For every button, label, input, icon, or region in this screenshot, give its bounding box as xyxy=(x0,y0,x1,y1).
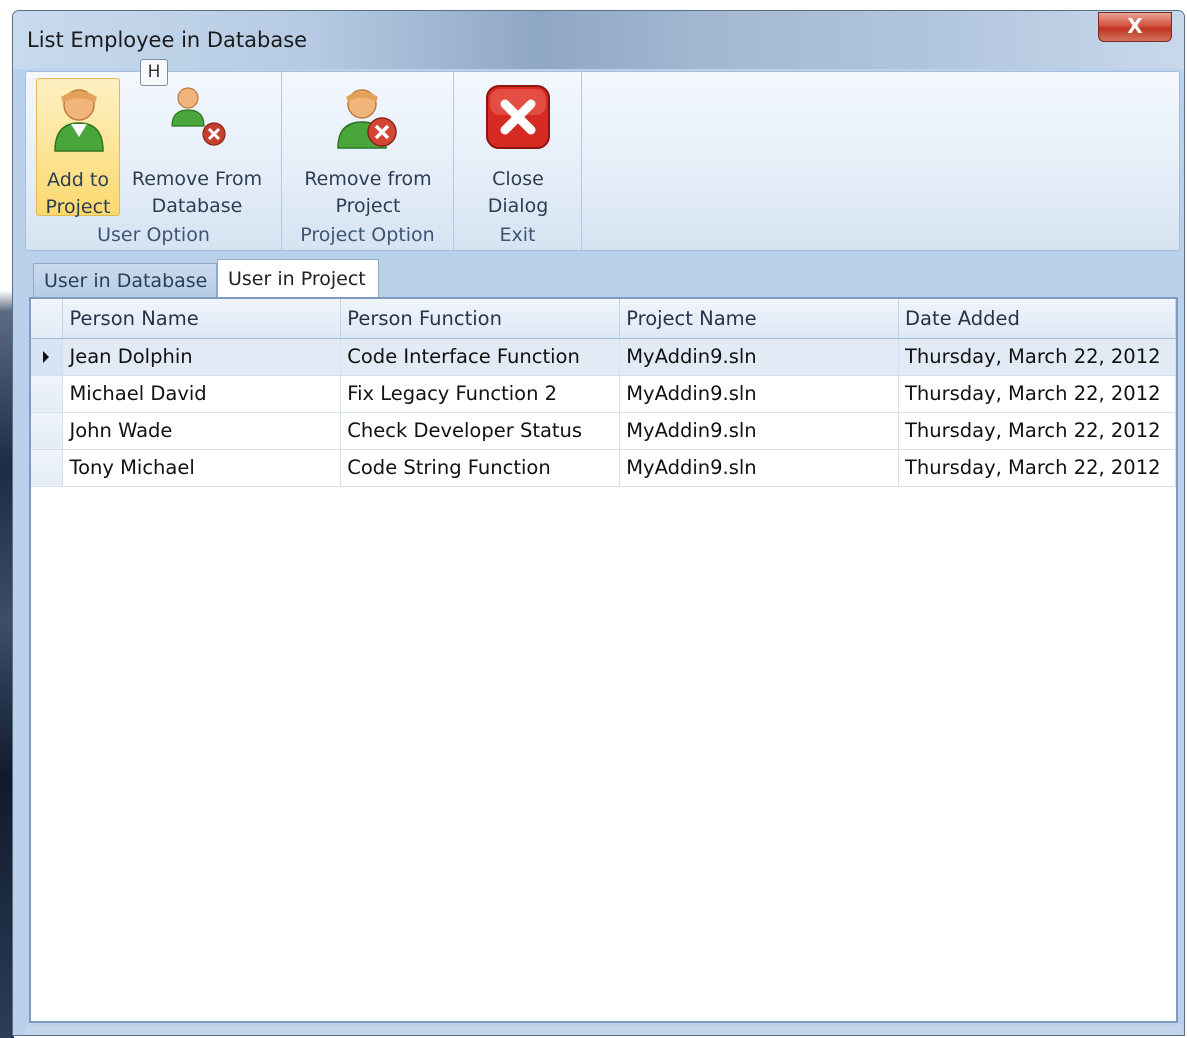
cell-date-added[interactable]: Thursday, March 22, 2012 xyxy=(898,412,1177,450)
add-to-project-label-1: Add to xyxy=(47,169,109,191)
row-selector[interactable] xyxy=(31,375,64,413)
current-row-icon xyxy=(43,351,49,363)
row-header-corner xyxy=(31,299,64,339)
cell-person-name[interactable]: Jean Dolphin xyxy=(62,338,342,376)
cell-project-name[interactable]: MyAddin9.sln xyxy=(619,375,899,413)
close-icon: X xyxy=(1127,14,1143,38)
row-selector[interactable] xyxy=(31,338,64,376)
remove-from-database-button[interactable]: Remove From Database xyxy=(124,78,270,217)
ribbon-group-exit: Close Dialog Exit xyxy=(454,72,582,250)
title-bar[interactable]: List Employee in Database X xyxy=(13,11,1184,69)
dialog-window: List Employee in Database X H Add to Proj… xyxy=(12,10,1185,1036)
close-dialog-label-2: Dialog xyxy=(487,195,549,217)
window-bottom-frame xyxy=(25,1025,1182,1035)
remove-from-project-button[interactable]: Remove from Project xyxy=(292,78,444,217)
cell-date-added[interactable]: Thursday, March 22, 2012 xyxy=(898,375,1177,413)
group-label-exit: Exit xyxy=(499,224,536,246)
add-to-project-button[interactable]: Add to Project xyxy=(36,78,120,218)
cell-person-function[interactable]: Check Developer Status xyxy=(340,412,621,450)
window-close-button[interactable]: X xyxy=(1098,12,1172,42)
close-dialog-label-1: Close xyxy=(492,168,544,190)
grid-header-row: Person Name Person Function Project Name… xyxy=(31,299,1177,339)
keytip-badge: H xyxy=(140,59,168,86)
ribbon-group-user-option: Add to Project Remove From Database User O… xyxy=(26,72,282,250)
remove-from-project-label-2: Project xyxy=(335,195,401,217)
row-selector[interactable] xyxy=(31,449,64,487)
column-header-person-name[interactable]: Person Name xyxy=(62,299,342,339)
cell-person-name[interactable]: Tony Michael xyxy=(62,449,342,487)
cell-person-function[interactable]: Code String Function xyxy=(340,449,621,487)
tab-user-in-project[interactable]: User in Project xyxy=(217,259,379,301)
cell-person-name[interactable]: John Wade xyxy=(62,412,342,450)
table-row[interactable]: Tony Michael Code String Function MyAddi… xyxy=(31,449,1177,487)
add-to-project-label-2: Project xyxy=(45,196,111,218)
column-header-project-name[interactable]: Project Name xyxy=(619,299,899,339)
cell-date-added[interactable]: Thursday, March 22, 2012 xyxy=(898,449,1177,487)
cell-project-name[interactable]: MyAddin9.sln xyxy=(619,412,899,450)
user-remove-large-icon xyxy=(337,89,397,149)
group-label-project-option: Project Option xyxy=(300,224,435,246)
cell-person-function[interactable]: Code Interface Function xyxy=(340,338,621,376)
group-label-user-option: User Option xyxy=(97,224,210,246)
user-remove-icon xyxy=(171,87,226,146)
column-header-date-added[interactable]: Date Added xyxy=(898,299,1177,339)
remove-from-database-label-1: Remove From xyxy=(131,168,263,190)
row-selector[interactable] xyxy=(31,412,64,450)
cell-person-function[interactable]: Fix Legacy Function 2 xyxy=(340,375,621,413)
ribbon-group-project-option: Remove from Project Project Option xyxy=(282,72,454,250)
close-dialog-button[interactable]: Close Dialog xyxy=(464,78,572,217)
employee-grid[interactable]: Person Name Person Function Project Name… xyxy=(29,297,1178,1023)
window-title: List Employee in Database xyxy=(27,28,308,52)
column-header-person-function[interactable]: Person Function xyxy=(340,299,621,339)
table-row[interactable]: Michael David Fix Legacy Function 2 MyAd… xyxy=(31,375,1177,413)
user-add-icon xyxy=(54,89,104,152)
tab-user-in-database[interactable]: User in Database xyxy=(33,263,217,299)
cell-project-name[interactable]: MyAddin9.sln xyxy=(619,449,899,487)
table-row[interactable]: Jean Dolphin Code Interface Function MyA… xyxy=(31,338,1177,376)
cell-project-name[interactable]: MyAddin9.sln xyxy=(619,338,899,376)
table-row[interactable]: John Wade Check Developer Status MyAddin… xyxy=(31,412,1177,450)
close-red-icon xyxy=(486,85,550,149)
cell-person-name[interactable]: Michael David xyxy=(62,375,342,413)
ribbon: Add to Project Remove From Database User O… xyxy=(25,71,1180,251)
cell-date-added[interactable]: Thursday, March 22, 2012 xyxy=(898,338,1177,376)
remove-from-database-label-2: Database xyxy=(151,195,243,217)
remove-from-project-label-1: Remove from xyxy=(304,168,432,190)
